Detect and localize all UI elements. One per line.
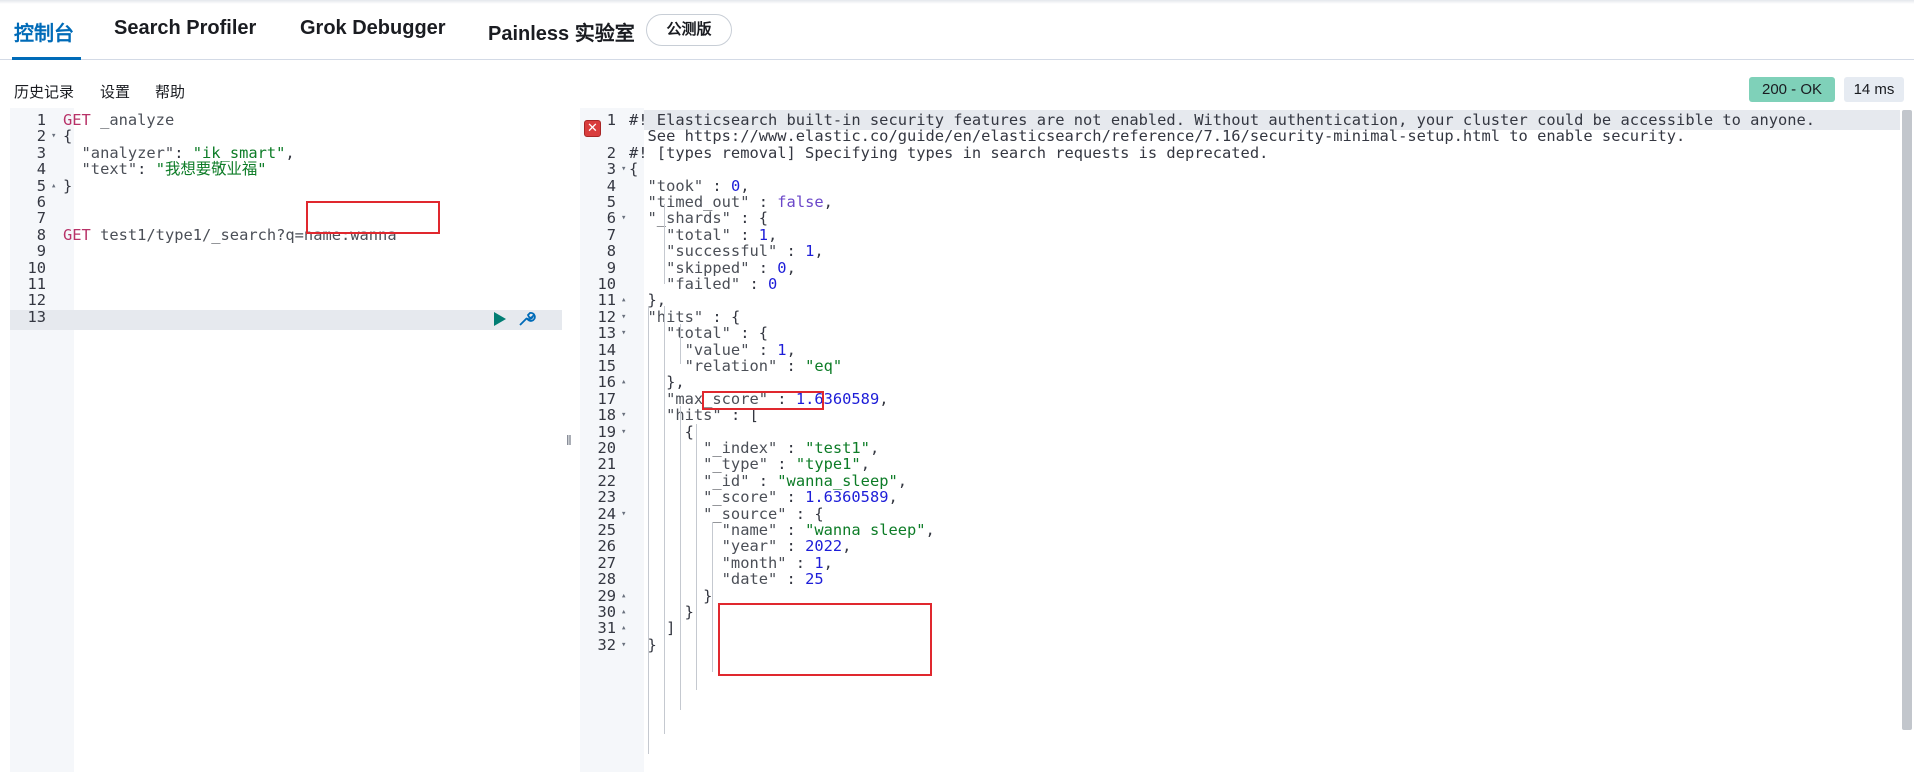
- code-line: }: [63, 176, 72, 196]
- code-token: ,: [823, 193, 833, 211]
- fold-open-icon[interactable]: ▾: [51, 126, 56, 146]
- beta-badge: 公测版: [646, 14, 732, 46]
- response-time-badge: 14 ms: [1844, 77, 1904, 102]
- code-token: ,: [888, 488, 898, 507]
- code-token: ,: [925, 521, 935, 539]
- tab-grok-debugger[interactable]: Grok Debugger: [300, 17, 446, 40]
- code-line: }: [629, 635, 657, 655]
- wrench-icon[interactable]: [516, 309, 536, 329]
- tab-console[interactable]: 控制台: [14, 17, 74, 46]
- code-token: :: [777, 357, 806, 375]
- code-token: ,: [786, 258, 796, 277]
- fold-open-icon[interactable]: ▾: [621, 159, 626, 179]
- code-token: ,: [823, 553, 833, 572]
- code-token: ,: [285, 143, 295, 162]
- code-line: #! [types removal] Specifying types in s…: [629, 143, 1268, 163]
- active-line-highlight: [10, 310, 562, 330]
- play-icon[interactable]: [494, 312, 506, 326]
- query-highlight-box: [306, 201, 440, 234]
- fold-open-icon[interactable]: ▾: [621, 422, 626, 442]
- code-token: GET: [63, 225, 91, 244]
- code-token: }: [63, 176, 73, 195]
- fold-open-icon[interactable]: ▾: [621, 504, 626, 524]
- fold-close-icon[interactable]: ▴: [621, 372, 626, 392]
- response-scrollbar[interactable]: [1902, 110, 1912, 730]
- code-token: :: [777, 570, 806, 589]
- source-highlight-box: [718, 603, 932, 676]
- indent-guide: [712, 522, 713, 672]
- code-line: "text": "我想要敬业福": [63, 159, 267, 179]
- code-token: 0: [777, 258, 787, 277]
- code-token: ,: [869, 439, 880, 457]
- code-line: GET _analyze: [63, 110, 174, 130]
- indent-guide: [680, 324, 681, 364]
- tab-bar: 控制台 Search Profiler Grok Debugger Painle…: [0, 0, 1914, 60]
- pane-resize-handle[interactable]: ‖: [566, 432, 572, 448]
- indent-guide: [648, 306, 649, 754]
- code-token: ,: [879, 389, 889, 408]
- code-token: #! [types removal] Specifying types in s…: [629, 143, 1269, 162]
- fold-close-icon[interactable]: ▴: [51, 176, 56, 196]
- code-token: false: [777, 193, 824, 211]
- fold-open-icon[interactable]: ▾: [621, 208, 626, 228]
- indent-guide: [680, 406, 681, 710]
- code-token: ,: [842, 537, 852, 556]
- indent-guide: [696, 424, 697, 690]
- code-token: 1: [805, 242, 815, 261]
- error-icon[interactable]: ✕: [584, 120, 601, 137]
- code-token: ,: [897, 471, 908, 490]
- active-tab-indicator: [12, 57, 81, 60]
- tab-painless-lab[interactable]: Painless 实验室: [488, 17, 635, 46]
- code-token: :: [740, 275, 769, 293]
- help-menu[interactable]: 帮助: [155, 81, 185, 102]
- value-highlight-box: [702, 391, 824, 410]
- request-editor[interactable]: 1 GET _analyze 2 ▾{3 "analyzer": "ik_smart"…: [10, 108, 562, 772]
- tab-search-profiler[interactable]: Search Profiler: [114, 17, 256, 40]
- code-token: 25: [805, 570, 824, 589]
- line-number: 13: [27, 307, 46, 326]
- code-token: 0: [768, 275, 778, 293]
- code-token: }: [629, 635, 657, 654]
- history-menu[interactable]: 历史记录: [14, 81, 74, 102]
- fold-open-icon[interactable]: ▾: [621, 323, 626, 343]
- status-badge: 200 - OK: [1749, 77, 1835, 102]
- settings-menu[interactable]: 设置: [100, 81, 130, 102]
- indent-guide: [664, 306, 665, 734]
- response-editor: 1 #! Elasticsearch built-in security feat…: [580, 108, 1900, 772]
- code-token: "text": [63, 160, 138, 179]
- indent-guide: [664, 204, 665, 284]
- code-token: "eq": [805, 357, 843, 375]
- code-token: ,: [814, 242, 824, 261]
- code-token: "我想要敬业福": [155, 160, 267, 179]
- fold-open-icon[interactable]: ▾: [621, 635, 626, 655]
- code-token: _analyze: [90, 111, 175, 129]
- line-number: 32: [597, 635, 616, 654]
- code-token: :: [137, 160, 156, 179]
